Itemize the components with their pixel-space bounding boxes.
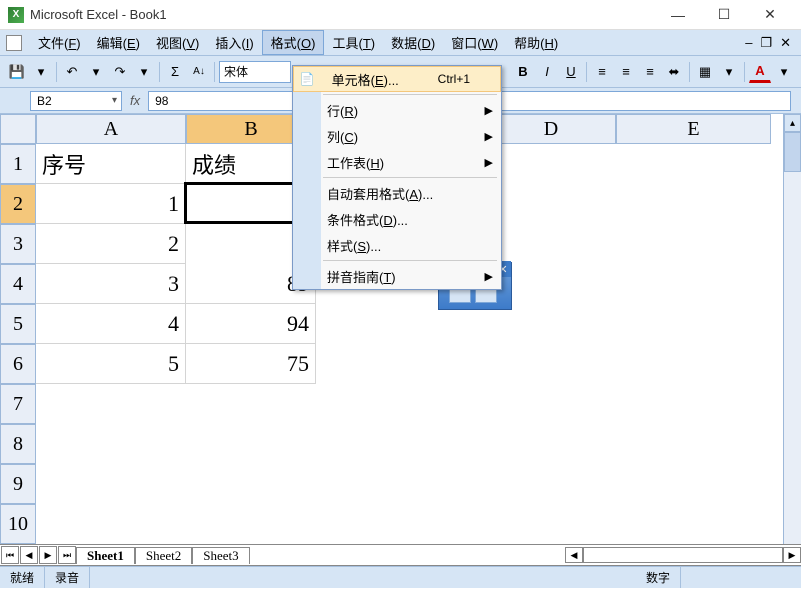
sheet-tab-sheet2[interactable]: Sheet2 xyxy=(135,547,192,564)
chevron-right-icon: ▶ xyxy=(485,104,493,117)
undo-dropdown-icon[interactable]: ▾ xyxy=(85,61,107,83)
sort-icon[interactable]: A↓ xyxy=(188,61,210,83)
excel-icon: X xyxy=(8,7,24,23)
align-center-icon[interactable]: ≡ xyxy=(615,61,637,83)
cells-icon: 📄 xyxy=(298,70,316,88)
doc-restore-button[interactable]: ❐ xyxy=(756,35,776,51)
chevron-right-icon: ▶ xyxy=(485,156,493,169)
tab-nav-0[interactable]: ⏮ xyxy=(1,546,19,564)
close-button[interactable]: ✕ xyxy=(747,0,793,30)
row-header-3[interactable]: 3 xyxy=(0,224,36,264)
sheet-tab-sheet3[interactable]: Sheet3 xyxy=(192,547,249,564)
vertical-scrollbar[interactable]: ▴ xyxy=(783,114,801,544)
cell-B6[interactable]: 75 xyxy=(186,344,316,384)
hscroll-right-icon[interactable]: ▶ xyxy=(783,547,801,563)
undo-icon[interactable]: ↶ xyxy=(61,61,83,83)
status-recording: 录音 xyxy=(45,567,90,588)
status-mode: 数字 xyxy=(636,567,681,588)
underline-icon[interactable]: U xyxy=(560,61,582,83)
menu-bar: 文件(F) 编辑(E) 视图(V) 插入(I) 格式(O) 工具(T) 数据(D… xyxy=(0,30,801,56)
menu-edit[interactable]: 编辑(E) xyxy=(89,31,148,54)
cell-A2[interactable]: 1 xyxy=(36,184,186,224)
save-icon[interactable]: 💾 xyxy=(6,61,28,83)
tab-nav-3[interactable]: ⏭ xyxy=(58,546,76,564)
menu-item-phonetic[interactable]: 拼音指南(T)▶ xyxy=(293,263,501,289)
status-ready: 就绪 xyxy=(0,567,45,588)
hscroll-left-icon[interactable]: ◀ xyxy=(565,547,583,563)
title-bar: X Microsoft Excel - Book1 — ☐ ✕ xyxy=(0,0,801,30)
cell-A3[interactable]: 2 xyxy=(36,224,186,264)
row-header-1[interactable]: 1 xyxy=(0,144,36,184)
select-all-corner[interactable] xyxy=(0,114,36,144)
menu-item-row[interactable]: 行(R)▶ xyxy=(293,97,501,123)
font-color-icon[interactable]: A xyxy=(749,61,771,83)
menu-file[interactable]: 文件(F) xyxy=(30,31,89,54)
dropdown-icon[interactable]: ▾ xyxy=(30,61,52,83)
format-dropdown-menu: 📄 单元格(E)... Ctrl+1 行(R)▶ 列(C)▶ 工作表(H)▶ 自… xyxy=(292,65,502,290)
chevron-right-icon: ▶ xyxy=(485,270,493,283)
doc-minimize-button[interactable]: – xyxy=(741,35,756,50)
border-dropdown-icon[interactable]: ▾ xyxy=(718,61,740,83)
menu-item-conditional[interactable]: 条件格式(D)... xyxy=(293,206,501,232)
window-title: Microsoft Excel - Book1 xyxy=(30,7,655,22)
align-left-icon[interactable]: ≡ xyxy=(591,61,613,83)
row-header-9[interactable]: 9 xyxy=(0,464,36,504)
redo-dropdown-icon[interactable]: ▾ xyxy=(133,61,155,83)
menu-format[interactable]: 格式(O) xyxy=(262,30,325,55)
col-header-D[interactable]: D xyxy=(486,114,616,144)
sheet-tabs-bar: ⏮◀▶⏭ Sheet1Sheet2Sheet3 ◀ ▶ xyxy=(0,544,801,566)
shortcut-label: Ctrl+1 xyxy=(438,72,470,86)
cell-A1[interactable]: 序号 xyxy=(36,144,186,184)
menu-item-autoformat[interactable]: 自动套用格式(A)... xyxy=(293,180,501,206)
menu-item-sheet[interactable]: 工作表(H)▶ xyxy=(293,149,501,175)
font-name-box[interactable]: 宋体 xyxy=(219,61,291,83)
menu-insert[interactable]: 插入(I) xyxy=(207,31,261,54)
maximize-button[interactable]: ☐ xyxy=(701,0,747,30)
doc-close-button[interactable]: ✕ xyxy=(776,35,795,51)
menu-item-column[interactable]: 列(C)▶ xyxy=(293,123,501,149)
cell-A6[interactable]: 5 xyxy=(36,344,186,384)
sum-icon[interactable]: Σ xyxy=(164,61,186,83)
redo-icon[interactable]: ↷ xyxy=(109,61,131,83)
row-header-8[interactable]: 8 xyxy=(0,424,36,464)
row-header-5[interactable]: 5 xyxy=(0,304,36,344)
document-icon[interactable] xyxy=(6,35,22,51)
bold-icon[interactable]: B xyxy=(512,61,534,83)
minimize-button[interactable]: — xyxy=(655,0,701,30)
row-header-6[interactable]: 6 xyxy=(0,344,36,384)
italic-icon[interactable]: I xyxy=(536,61,558,83)
align-right-icon[interactable]: ≡ xyxy=(639,61,661,83)
status-bar: 就绪 录音 数字 xyxy=(0,566,801,588)
menu-item-cells[interactable]: 📄 单元格(E)... Ctrl+1 xyxy=(293,66,501,92)
cell-A5[interactable]: 4 xyxy=(36,304,186,344)
chevron-right-icon: ▶ xyxy=(485,130,493,143)
border-icon[interactable]: ▦ xyxy=(694,61,716,83)
name-box[interactable]: B2 xyxy=(30,91,122,111)
scroll-thumb[interactable] xyxy=(784,132,801,172)
menu-tools[interactable]: 工具(T) xyxy=(324,31,383,54)
cell-A4[interactable]: 3 xyxy=(36,264,186,304)
fx-icon[interactable]: fx xyxy=(130,93,140,108)
col-header-A[interactable]: A xyxy=(36,114,186,144)
menu-item-style[interactable]: 样式(S)... xyxy=(293,232,501,258)
row-header-2[interactable]: 2 xyxy=(0,184,36,224)
font-color-dropdown-icon[interactable]: ▾ xyxy=(773,61,795,83)
row-header-7[interactable]: 7 xyxy=(0,384,36,424)
menu-window[interactable]: 窗口(W) xyxy=(443,31,506,54)
cell-B5[interactable]: 94 xyxy=(186,304,316,344)
col-header-E[interactable]: E xyxy=(616,114,771,144)
scroll-up-icon[interactable]: ▴ xyxy=(784,114,801,132)
row-header-4[interactable]: 4 xyxy=(0,264,36,304)
sheet-tab-sheet1[interactable]: Sheet1 xyxy=(76,547,135,564)
row-header-10[interactable]: 10 xyxy=(0,504,36,544)
tab-nav-1[interactable]: ◀ xyxy=(20,546,38,564)
menu-help[interactable]: 帮助(H) xyxy=(506,31,566,54)
menu-view[interactable]: 视图(V) xyxy=(148,31,207,54)
tab-nav-2[interactable]: ▶ xyxy=(39,546,57,564)
merge-icon[interactable]: ⬌ xyxy=(663,61,685,83)
menu-data[interactable]: 数据(D) xyxy=(383,31,443,54)
